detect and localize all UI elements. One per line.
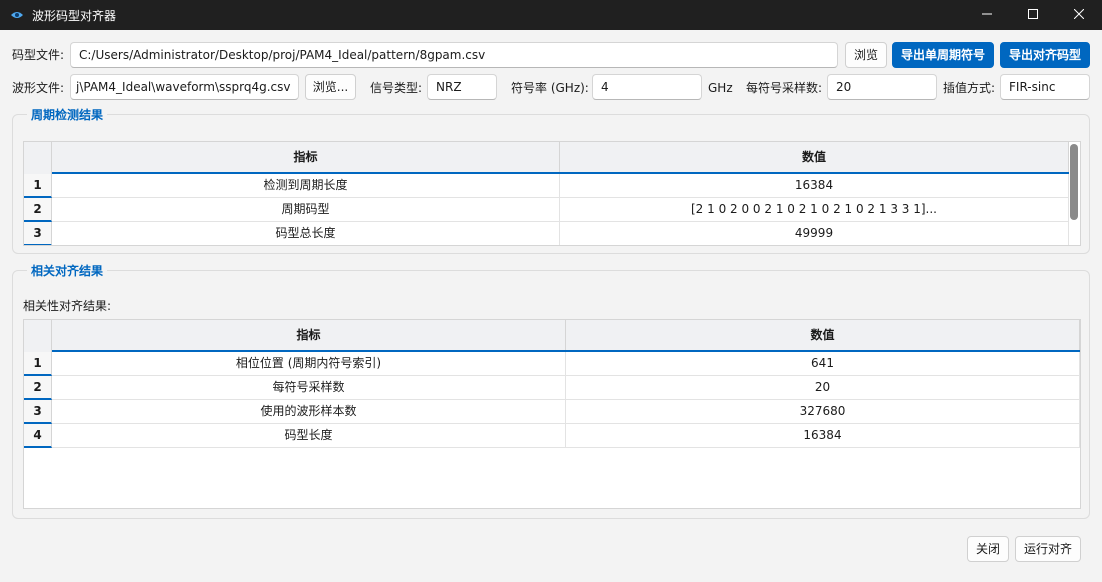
minimize-button[interactable]	[964, 0, 1010, 30]
title-bar: 波形码型对齐器	[0, 0, 1102, 30]
symbol-rate-label: 符号率 (GHz):	[511, 81, 589, 95]
table-header: 指标 数值	[52, 320, 1080, 352]
metric-cell[interactable]: 码型长度	[52, 424, 566, 448]
interpolation-label: 插值方式:	[943, 81, 996, 95]
value-cell[interactable]: 327680	[566, 400, 1080, 424]
value-cell[interactable]: 16384	[560, 174, 1069, 198]
metric-cell[interactable]: 使用的波形样本数	[52, 400, 566, 424]
samples-per-symbol-label: 每符号采样数:	[746, 81, 823, 95]
metric-cell[interactable]: 检测到周期长度	[52, 174, 560, 198]
column-header-metric[interactable]: 指标	[52, 142, 560, 172]
samples-per-symbol-input[interactable]: 20	[827, 74, 937, 100]
scrollbar-thumb[interactable]	[1070, 144, 1078, 220]
table-row[interactable]: 1 相位位置 (周期内符号索引) 641	[24, 352, 1080, 376]
correlation-results-table: 指标 数值 1 相位位置 (周期内符号索引) 641 2 每符号采样数 20 3…	[23, 319, 1081, 509]
signal-type-input[interactable]: NRZ	[427, 74, 497, 100]
waveform-browse-button[interactable]: 浏览...	[305, 74, 356, 100]
close-button[interactable]	[1056, 0, 1102, 30]
column-header-value[interactable]: 数值	[560, 142, 1069, 172]
app-eye-icon	[10, 8, 24, 22]
table-row[interactable]: 4 码型长度 16384	[24, 424, 1080, 448]
table-row[interactable]: 2 每符号采样数 20	[24, 376, 1080, 400]
pattern-file-input[interactable]: C:/Users/Administrator/Desktop/proj/PAM4…	[70, 42, 838, 68]
metric-cell[interactable]: 相位位置 (周期内符号索引)	[52, 352, 566, 376]
table-row[interactable]: 3 码型总长度 49999	[24, 222, 1069, 245]
table-corner	[24, 142, 52, 174]
minimize-icon	[982, 8, 992, 22]
table-row[interactable]: 2 周期码型 [2 1 0 2 0 0 2 1 0 2 1 0 2 1 0 2 …	[24, 198, 1069, 222]
table-corner	[24, 320, 52, 352]
row-number[interactable]: 3	[24, 222, 52, 245]
row-number[interactable]: 4	[24, 424, 52, 448]
window-title: 波形码型对齐器	[32, 8, 117, 23]
waveform-file-label: 波形文件:	[12, 81, 65, 95]
close-icon	[1073, 8, 1085, 22]
pattern-browse-button[interactable]: 浏览	[845, 42, 887, 68]
row-number[interactable]: 2	[24, 376, 52, 400]
period-results-table: 指标 数值 1 检测到周期长度 16384 2 周期码型 [2 1 0 2 0 …	[23, 141, 1081, 246]
maximize-icon	[1028, 8, 1038, 22]
metric-cell[interactable]: 周期码型	[52, 198, 560, 222]
close-dialog-button[interactable]: 关闭	[967, 536, 1009, 562]
correlation-group-title: 相关对齐结果	[27, 264, 108, 278]
signal-type-label: 信号类型:	[370, 81, 423, 95]
metric-cell[interactable]: 每符号采样数	[52, 376, 566, 400]
period-group-title: 周期检测结果	[27, 108, 108, 122]
table-row[interactable]: 3 使用的波形样本数 327680	[24, 400, 1080, 424]
table-header: 指标 数值	[52, 142, 1069, 174]
row-number[interactable]: 3	[24, 400, 52, 424]
value-cell[interactable]: 16384	[566, 424, 1080, 448]
row-number[interactable]: 1	[24, 352, 52, 376]
value-cell[interactable]: 49999	[560, 222, 1069, 245]
column-header-value[interactable]: 数值	[566, 320, 1080, 350]
run-alignment-button[interactable]: 运行对齐	[1015, 536, 1081, 562]
waveform-file-input[interactable]: j\PAM4_Ideal\waveform\ssprq4g.csv	[70, 74, 299, 100]
value-cell[interactable]: 20	[566, 376, 1080, 400]
row-number[interactable]: 2	[24, 198, 52, 222]
export-single-period-button[interactable]: 导出单周期符号	[892, 42, 994, 68]
column-header-metric[interactable]: 指标	[52, 320, 566, 350]
correlation-subtitle: 相关性对齐结果:	[23, 299, 112, 313]
value-cell[interactable]: [2 1 0 2 0 0 2 1 0 2 1 0 2 1 0 2 1 3 3 1…	[560, 198, 1069, 222]
row-number[interactable]: 1	[24, 174, 52, 198]
metric-cell[interactable]: 码型总长度	[52, 222, 560, 245]
symbol-rate-input[interactable]: 4	[592, 74, 702, 100]
value-cell[interactable]: 641	[566, 352, 1080, 376]
period-detection-group: 周期检测结果 指标 数值 1 检测到周期长度 16384 2 周期码型 [2 1…	[12, 108, 1090, 254]
vertical-scrollbar[interactable]	[1070, 144, 1078, 244]
pattern-file-label: 码型文件:	[12, 48, 65, 62]
table-row[interactable]: 1 检测到周期长度 16384	[24, 174, 1069, 198]
export-aligned-pattern-button[interactable]: 导出对齐码型	[1000, 42, 1090, 68]
interpolation-input[interactable]: FIR-sinc	[1000, 74, 1090, 100]
correlation-alignment-group: 相关对齐结果 相关性对齐结果: 指标 数值 1 相位位置 (周期内符号索引) 6…	[12, 264, 1090, 519]
symbol-rate-unit: GHz	[708, 81, 733, 95]
maximize-button[interactable]	[1010, 0, 1056, 30]
